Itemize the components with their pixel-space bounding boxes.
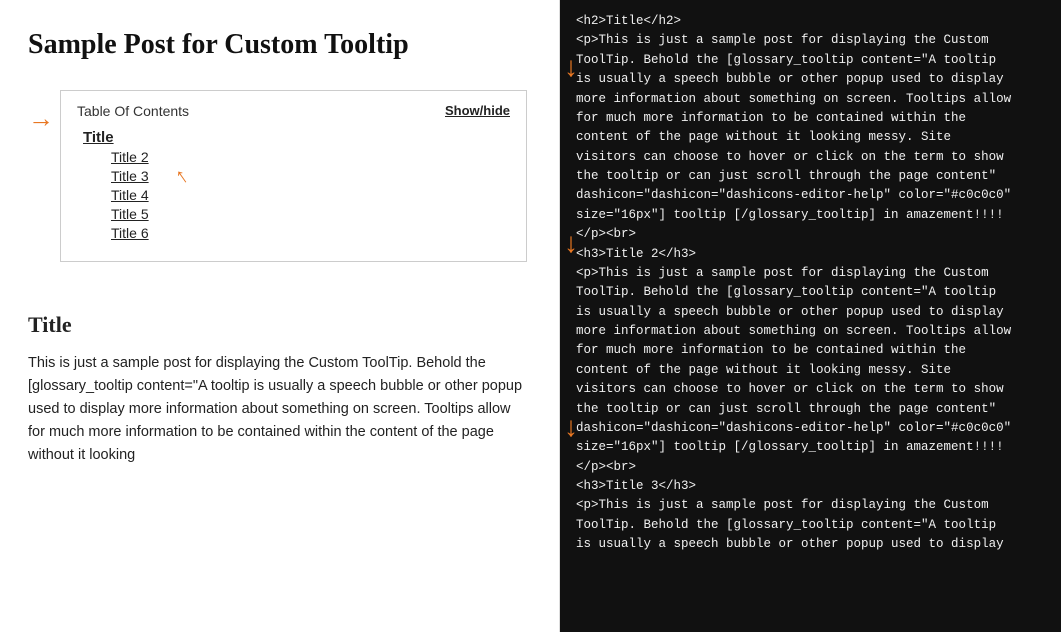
toc-link-title-3[interactable]: Title 3 <box>111 168 149 184</box>
section-body: This is just a sample post for displayin… <box>28 352 527 468</box>
toc-link-title-6[interactable]: Title 6 <box>111 225 149 241</box>
toc-item-title-2: Title 2 <box>111 149 510 167</box>
section-heading: Title <box>28 312 527 338</box>
code-content: <h2>Title</h2> <p>This is just a sample … <box>560 0 1061 567</box>
toc-item-title-3: Title 3 <box>111 168 510 186</box>
toc-section: → Table Of Contents Show/hide Title Titl… <box>28 90 527 292</box>
toc-item-title-6: Title 6 <box>111 225 510 243</box>
right-panel: ↓ ↓ ↓ <h2>Title</h2> <p>This is just a s… <box>560 0 1061 632</box>
toc-arrow-left: → <box>28 104 54 134</box>
post-title: Sample Post for Custom Tooltip <box>28 28 527 62</box>
code-panel: <h2>Title</h2> <p>This is just a sample … <box>560 0 1061 567</box>
toc-link-title-1[interactable]: Title <box>83 129 114 146</box>
toc-link-title-2[interactable]: Title 2 <box>111 149 149 165</box>
toc-header: Table Of Contents Show/hide <box>77 103 510 119</box>
toc-title-label: Table Of Contents <box>77 103 189 119</box>
toc-container: Table Of Contents Show/hide Title Title … <box>60 90 527 262</box>
toc-list: Title Title 2 Title 3 Title 4 Title 5 <box>83 129 510 243</box>
toc-item-title-5: Title 5 <box>111 206 510 224</box>
toc-item-title-4: Title 4 <box>111 187 510 205</box>
toc-link-title-5[interactable]: Title 5 <box>111 206 149 222</box>
toc-item-title-1: Title Title 2 Title 3 Title 4 Title 5 <box>83 129 510 243</box>
toc-link-title-4[interactable]: Title 4 <box>111 187 149 203</box>
left-panel: Sample Post for Custom Tooltip → Table O… <box>0 0 560 632</box>
toc-sublist: Title 2 Title 3 Title 4 Title 5 Title 6 <box>111 149 510 243</box>
show-hide-button[interactable]: Show/hide <box>445 103 510 118</box>
